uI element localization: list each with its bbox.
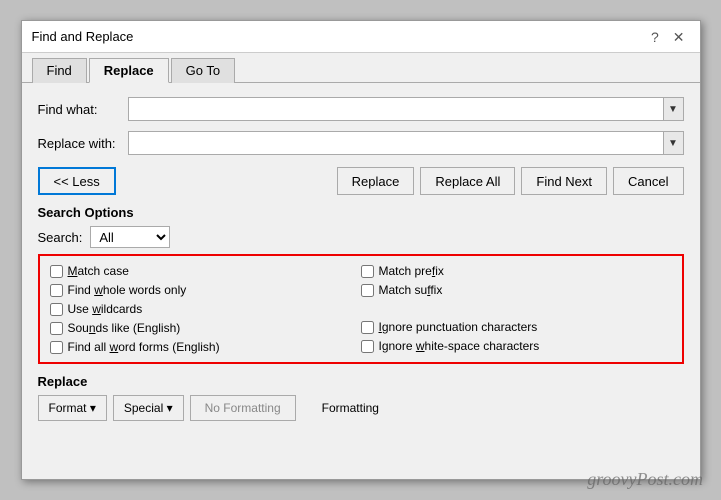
label-match-case: Match case: [68, 264, 129, 278]
find-replace-dialog: Find and Replace ? ✕ Find Replace Go To …: [21, 20, 701, 480]
tabs: Find Replace Go To: [22, 53, 700, 83]
option-match-prefix: Match prefix: [361, 264, 672, 278]
tab-find[interactable]: Find: [32, 58, 87, 83]
watermark: groovyPost.com: [587, 469, 703, 490]
label-ignore-punctuation: Ignore punctuation characters: [379, 320, 538, 334]
replace-row: Replace with: ▼: [38, 131, 684, 155]
dialog-title: Find and Replace: [32, 29, 134, 44]
title-bar-buttons: ? ✕: [646, 28, 690, 46]
checkbox-ignore-punctuation[interactable]: [361, 321, 374, 334]
options-col-right: Match prefix Match suffix Ignore punctua…: [361, 264, 672, 354]
option-ignore-whitespace: Ignore white-space characters: [361, 339, 672, 353]
label-match-prefix: Match prefix: [379, 264, 444, 278]
option-sounds-like: Sounds like (English): [50, 321, 361, 335]
search-options-title: Search Options: [38, 205, 684, 220]
options-col-left: Match case Find whole words only Use wil…: [50, 264, 361, 354]
replace-btn-row: Format ▾ Special ▾ No Formatting Formatt…: [38, 395, 684, 421]
replace-input[interactable]: [129, 132, 663, 154]
option-ignore-punctuation: Ignore punctuation characters: [361, 320, 672, 334]
checkbox-whole-words[interactable]: [50, 284, 63, 297]
checkbox-match-prefix[interactable]: [361, 265, 374, 278]
search-label: Search:: [38, 230, 83, 245]
search-select-row: Search: All Down Up: [38, 226, 684, 248]
options-box: Match case Find whole words only Use wil…: [38, 254, 684, 364]
button-row: << Less Replace Replace All Find Next Ca…: [38, 167, 684, 195]
checkbox-ignore-whitespace[interactable]: [361, 340, 374, 353]
formatting-label: Formatting: [322, 401, 379, 415]
title-bar: Find and Replace ? ✕: [22, 21, 700, 53]
option-wildcards: Use wildcards: [50, 302, 361, 316]
title-bar-left: Find and Replace: [32, 29, 134, 44]
find-dropdown-btn[interactable]: ▼: [663, 98, 683, 120]
option-whole-words: Find whole words only: [50, 283, 361, 297]
less-button[interactable]: << Less: [38, 167, 116, 195]
search-select-wrap: All Down Up: [90, 226, 170, 248]
option-match-case: Match case: [50, 264, 361, 278]
replace-section: Replace Format ▾ Special ▾ No Formatting…: [38, 374, 684, 421]
find-input-wrap: ▼: [128, 97, 684, 121]
replace-label: Replace with:: [38, 136, 128, 151]
replace-dropdown-btn[interactable]: ▼: [663, 132, 683, 154]
find-next-button[interactable]: Find Next: [521, 167, 607, 195]
checkbox-match-suffix[interactable]: [361, 284, 374, 297]
label-ignore-whitespace: Ignore white-space characters: [379, 339, 540, 353]
no-formatting-button[interactable]: No Formatting: [190, 395, 296, 421]
checkbox-word-forms[interactable]: [50, 341, 63, 354]
close-button[interactable]: ✕: [668, 28, 690, 46]
tab-goto[interactable]: Go To: [171, 58, 235, 83]
replace-section-title: Replace: [38, 374, 684, 389]
replace-button[interactable]: Replace: [337, 167, 415, 195]
replace-all-button[interactable]: Replace All: [420, 167, 515, 195]
format-button[interactable]: Format ▾: [38, 395, 107, 421]
label-whole-words: Find whole words only: [68, 283, 187, 297]
checkbox-match-case[interactable]: [50, 265, 63, 278]
cancel-button[interactable]: Cancel: [613, 167, 683, 195]
option-word-forms: Find all word forms (English): [50, 340, 361, 354]
checkbox-sounds-like[interactable]: [50, 322, 63, 335]
help-button[interactable]: ?: [646, 28, 664, 46]
option-match-suffix: Match suffix: [361, 283, 672, 297]
find-row: Find what: ▼: [38, 97, 684, 121]
label-word-forms: Find all word forms (English): [68, 340, 220, 354]
replace-input-wrap: ▼: [128, 131, 684, 155]
find-input[interactable]: [129, 98, 663, 120]
dialog-body: Find what: ▼ Replace with: ▼ << Less Rep…: [22, 83, 700, 431]
tab-replace[interactable]: Replace: [89, 58, 169, 83]
special-button[interactable]: Special ▾: [113, 395, 184, 421]
label-wildcards: Use wildcards: [68, 302, 143, 316]
label-sounds-like: Sounds like (English): [68, 321, 181, 335]
checkbox-wildcards[interactable]: [50, 303, 63, 316]
search-select[interactable]: All Down Up: [91, 229, 169, 246]
label-match-suffix: Match suffix: [379, 283, 443, 297]
options-cols: Match case Find whole words only Use wil…: [50, 264, 672, 354]
find-label: Find what:: [38, 102, 128, 117]
